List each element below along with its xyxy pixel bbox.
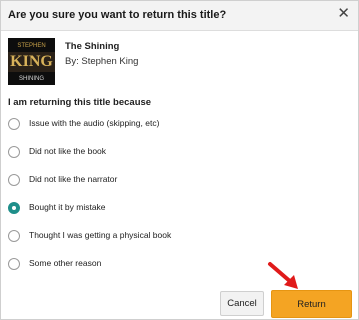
option-label: Did not like the narrator (29, 174, 118, 184)
radio-button[interactable] (8, 230, 20, 242)
radio-button[interactable] (8, 258, 20, 270)
close-icon[interactable]: ✕ (337, 6, 350, 22)
radio-button-selected[interactable] (8, 202, 20, 214)
cancel-button[interactable]: Cancel (220, 291, 264, 316)
red-arrow-icon (268, 262, 298, 289)
option-label: Some other reason (29, 258, 102, 268)
cover-king-text: KING (10, 53, 53, 70)
option-label: Thought I was getting a physical book (29, 230, 172, 240)
option-label: Issue with the audio (skipping, etc) (29, 118, 160, 128)
return-dialog: Are you sure you want to return this tit… (0, 0, 359, 320)
return-button[interactable]: Return (271, 290, 352, 318)
option-label: Did not like the book (29, 146, 107, 156)
cover-author-text: STEPHEN (17, 43, 45, 49)
radio-button[interactable] (8, 174, 20, 186)
cover-title-text: SHINING (19, 76, 44, 82)
book-author: By: Stephen King (65, 56, 139, 67)
option-label: Bought it by mistake (29, 202, 106, 212)
book-cover-image: STEPHEN KING SHINING (8, 38, 55, 85)
radio-button[interactable] (8, 146, 20, 158)
dialog-header: Are you sure you want to return this tit… (1, 1, 358, 31)
dialog-title: Are you sure you want to return this tit… (8, 9, 227, 21)
reason-question: I am returning this title because (8, 97, 152, 108)
radio-button[interactable] (8, 118, 20, 130)
book-title: The Shining (65, 41, 120, 52)
